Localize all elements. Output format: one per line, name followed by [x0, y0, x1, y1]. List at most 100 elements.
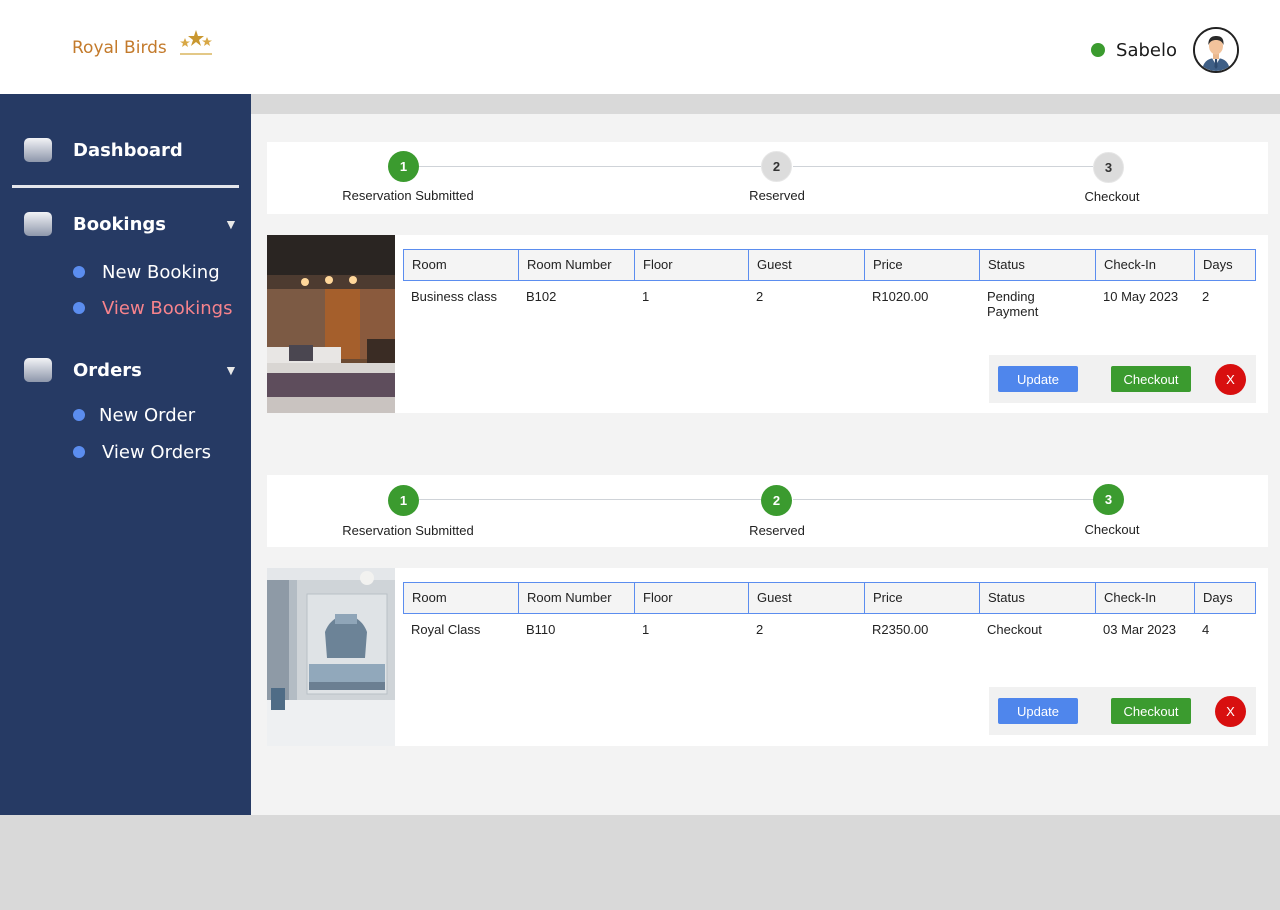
- step-label: Reservation Submitted: [342, 188, 474, 203]
- column-header: Guest: [748, 582, 864, 614]
- bullet-icon: [73, 266, 85, 278]
- bullet-icon: [73, 409, 85, 421]
- sidebar-item-label: Dashboard: [73, 139, 183, 161]
- step-label: Reserved: [749, 188, 805, 203]
- cell-status: Checkout: [979, 614, 1095, 645]
- step-label: Reserved: [749, 523, 805, 538]
- column-header: Price: [864, 582, 979, 614]
- column-header: Price: [864, 249, 979, 281]
- status-line: Pending: [987, 289, 1035, 304]
- step-connector: [793, 499, 1093, 500]
- step-label: Checkout: [1084, 522, 1140, 537]
- cell-guest: 2: [756, 289, 764, 304]
- room-photo-business: [267, 235, 395, 413]
- cell-check-in: 03 Mar 2023: [1103, 622, 1176, 637]
- step-circle: 3: [1093, 152, 1124, 183]
- sidebar: Dashboard Bookings ▼ New Booking View Bo…: [0, 94, 251, 815]
- booking-progress-stepper: 1 2 3 Reservation Submitted Reserved Che…: [267, 142, 1268, 214]
- column-header: Days: [1194, 249, 1256, 281]
- cell-floor: 1: [642, 622, 650, 637]
- avatar[interactable]: [1193, 27, 1239, 73]
- cell-price: R2350.00: [872, 622, 929, 637]
- sidebar-item-new-order[interactable]: New Order: [0, 400, 251, 430]
- sidebar-item-new-booking[interactable]: New Booking: [0, 257, 251, 287]
- chevron-down-icon[interactable]: ▼: [224, 216, 238, 232]
- sidebar-item-view-bookings[interactable]: View Bookings: [0, 293, 251, 323]
- online-status-dot: [1091, 43, 1106, 57]
- bullet-icon: [73, 302, 85, 314]
- sidebar-item-label: View Bookings: [102, 297, 233, 319]
- room-photo-royal: [267, 568, 395, 746]
- sidebar-item-label: View Orders: [102, 441, 211, 463]
- cell-status: Pending Payment: [979, 281, 1095, 327]
- booking-actions: Update Checkout X: [989, 687, 1256, 735]
- column-header: Status: [979, 582, 1095, 614]
- cell-check-in: 10 May 2023: [1103, 289, 1179, 304]
- remove-booking-button[interactable]: X: [1215, 364, 1246, 395]
- sidebar-item-label: Orders: [73, 359, 142, 381]
- sidebar-item-dashboard[interactable]: Dashboard: [0, 132, 251, 168]
- top-header: Royal Birds Sabelo: [0, 0, 1280, 94]
- column-header: Floor: [634, 249, 748, 281]
- booking-table: Room Room Number Floor Guest Price Statu…: [403, 249, 1256, 327]
- step-connector: [793, 166, 1093, 167]
- column-header: Floor: [634, 582, 748, 614]
- column-header: Check-In: [1095, 582, 1194, 614]
- status-line: Checkout: [987, 622, 1042, 637]
- booking-card: Room Room Number Floor Guest Price Statu…: [267, 235, 1268, 413]
- cell-room: Royal Class: [411, 622, 481, 637]
- column-header: Room: [403, 249, 518, 281]
- user-profile[interactable]: Sabelo: [1091, 27, 1239, 73]
- top-bar: [251, 94, 1280, 114]
- update-button[interactable]: Update: [998, 698, 1078, 724]
- checkout-button[interactable]: Checkout: [1111, 366, 1191, 392]
- cell-days: 2: [1202, 289, 1210, 304]
- sidebar-item-bookings[interactable]: Bookings ▼: [0, 206, 251, 242]
- cell-room-number: B102: [526, 289, 557, 304]
- cell-room: Business class: [411, 289, 497, 304]
- main-content: 1 2 3 Reservation Submitted Reserved Che…: [251, 94, 1280, 815]
- cell-days: 4: [1202, 622, 1210, 637]
- table-header: Room Room Number Floor Guest Price Statu…: [403, 249, 1256, 281]
- orders-icon: [24, 358, 52, 382]
- remove-booking-button[interactable]: X: [1215, 696, 1246, 727]
- column-header: Status: [979, 249, 1095, 281]
- table-row: Business class B102 1 2 R1020.00 Pending…: [403, 281, 1256, 327]
- step-circle: 1: [388, 151, 419, 182]
- brand-name[interactable]: Royal Birds: [72, 38, 167, 58]
- sidebar-item-label: Bookings: [73, 213, 167, 235]
- column-header: Room Number: [518, 249, 634, 281]
- cell-room-number: B110: [526, 622, 556, 637]
- booking-progress-stepper: 1 2 3 Reservation Submitted Reserved Che…: [267, 475, 1268, 547]
- bullet-icon: [73, 446, 85, 458]
- sidebar-item-label: New Booking: [102, 261, 220, 283]
- table-header: Room Room Number Floor Guest Price Statu…: [403, 582, 1256, 614]
- cell-price: R1020.00: [872, 289, 929, 304]
- step-circle: 2: [761, 485, 792, 516]
- column-header: Days: [1194, 582, 1256, 614]
- sidebar-item-label: New Order: [99, 404, 196, 426]
- step-label: Reservation Submitted: [342, 523, 474, 538]
- stars-logo-icon: [176, 26, 216, 60]
- step-circle: 2: [761, 151, 792, 182]
- step-circle: 3: [1093, 484, 1124, 515]
- sidebar-item-orders[interactable]: Orders ▼: [0, 352, 251, 388]
- cell-guest: 2: [756, 622, 764, 637]
- column-header: Guest: [748, 249, 864, 281]
- step-connector: [419, 499, 778, 500]
- sidebar-item-view-orders[interactable]: View Orders: [0, 437, 251, 467]
- step-label: Checkout: [1084, 189, 1140, 204]
- booking-table: Room Room Number Floor Guest Price Statu…: [403, 582, 1256, 645]
- cell-floor: 1: [642, 289, 650, 304]
- column-header: Check-In: [1095, 249, 1194, 281]
- status-line: Payment: [987, 304, 1039, 319]
- chevron-down-icon[interactable]: ▼: [224, 362, 238, 378]
- checkout-button[interactable]: Checkout: [1111, 698, 1191, 724]
- user-name: Sabelo: [1116, 39, 1177, 61]
- step-circle: 1: [388, 485, 419, 516]
- bookings-icon: [24, 212, 52, 236]
- column-header: Room Number: [518, 582, 634, 614]
- dashboard-icon: [24, 138, 52, 162]
- update-button[interactable]: Update: [998, 366, 1078, 392]
- sidebar-divider: [12, 185, 239, 188]
